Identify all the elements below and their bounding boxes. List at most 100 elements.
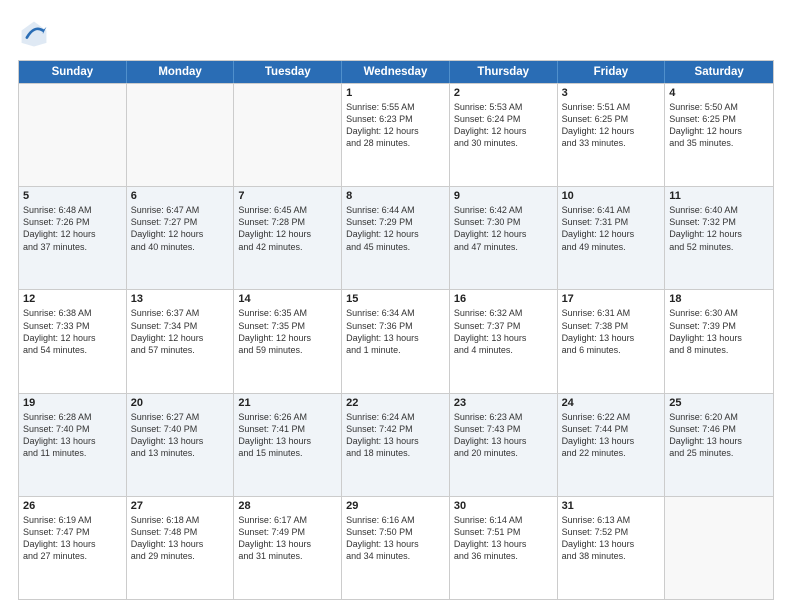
cell-info-line: Daylight: 13 hours: [238, 435, 337, 447]
calendar-cell: 6Sunrise: 6:47 AMSunset: 7:27 PMDaylight…: [127, 187, 235, 289]
day-number: 10: [562, 190, 661, 202]
cell-info-line: and 31 minutes.: [238, 550, 337, 562]
cell-info-line: Sunset: 7:34 PM: [131, 320, 230, 332]
cell-info-line: and 47 minutes.: [454, 241, 553, 253]
calendar-cell: 24Sunrise: 6:22 AMSunset: 7:44 PMDayligh…: [558, 394, 666, 496]
day-number: 20: [131, 397, 230, 409]
cell-info-line: Sunset: 7:38 PM: [562, 320, 661, 332]
day-number: 13: [131, 293, 230, 305]
day-of-week-saturday: Saturday: [665, 61, 773, 83]
cell-info-line: and 54 minutes.: [23, 344, 122, 356]
cell-info-line: Sunrise: 6:22 AM: [562, 411, 661, 423]
cell-info-line: Daylight: 12 hours: [669, 228, 769, 240]
cell-info-line: Daylight: 12 hours: [346, 228, 445, 240]
calendar-body: 1Sunrise: 5:55 AMSunset: 6:23 PMDaylight…: [19, 83, 773, 599]
day-of-week-friday: Friday: [558, 61, 666, 83]
cell-info-line: Daylight: 12 hours: [562, 228, 661, 240]
cell-info-line: and 11 minutes.: [23, 447, 122, 459]
cell-info-line: Sunrise: 5:51 AM: [562, 101, 661, 113]
calendar-row: 12Sunrise: 6:38 AMSunset: 7:33 PMDayligh…: [19, 289, 773, 392]
cell-info-line: Sunset: 7:48 PM: [131, 526, 230, 538]
cell-info-line: and 29 minutes.: [131, 550, 230, 562]
calendar-cell: 11Sunrise: 6:40 AMSunset: 7:32 PMDayligh…: [665, 187, 773, 289]
day-of-week-tuesday: Tuesday: [234, 61, 342, 83]
cell-info-line: and 49 minutes.: [562, 241, 661, 253]
day-number: 9: [454, 190, 553, 202]
cell-info-line: Daylight: 13 hours: [669, 332, 769, 344]
calendar-cell: 21Sunrise: 6:26 AMSunset: 7:41 PMDayligh…: [234, 394, 342, 496]
cell-info-line: Daylight: 12 hours: [238, 332, 337, 344]
cell-info-line: and 25 minutes.: [669, 447, 769, 459]
calendar-cell: 16Sunrise: 6:32 AMSunset: 7:37 PMDayligh…: [450, 290, 558, 392]
cell-info-line: Sunrise: 6:31 AM: [562, 307, 661, 319]
day-number: 14: [238, 293, 337, 305]
cell-info-line: Sunrise: 6:14 AM: [454, 514, 553, 526]
cell-info-line: Sunset: 7:28 PM: [238, 216, 337, 228]
calendar-cell: 17Sunrise: 6:31 AMSunset: 7:38 PMDayligh…: [558, 290, 666, 392]
cell-info-line: and 27 minutes.: [23, 550, 122, 562]
cell-info-line: Sunset: 7:35 PM: [238, 320, 337, 332]
cell-info-line: Sunset: 6:23 PM: [346, 113, 445, 125]
day-number: 22: [346, 397, 445, 409]
calendar-cell: 9Sunrise: 6:42 AMSunset: 7:30 PMDaylight…: [450, 187, 558, 289]
day-number: 24: [562, 397, 661, 409]
calendar-cell: 2Sunrise: 5:53 AMSunset: 6:24 PMDaylight…: [450, 84, 558, 186]
cell-info-line: Daylight: 13 hours: [346, 538, 445, 550]
cell-info-line: and 38 minutes.: [562, 550, 661, 562]
day-number: 5: [23, 190, 122, 202]
calendar-cell: 20Sunrise: 6:27 AMSunset: 7:40 PMDayligh…: [127, 394, 235, 496]
calendar: SundayMondayTuesdayWednesdayThursdayFrid…: [18, 60, 774, 600]
calendar-cell: 13Sunrise: 6:37 AMSunset: 7:34 PMDayligh…: [127, 290, 235, 392]
cell-info-line: Sunrise: 6:37 AM: [131, 307, 230, 319]
cell-info-line: Sunset: 7:52 PM: [562, 526, 661, 538]
cell-info-line: Sunrise: 6:45 AM: [238, 204, 337, 216]
day-number: 4: [669, 87, 769, 99]
calendar-row: 5Sunrise: 6:48 AMSunset: 7:26 PMDaylight…: [19, 186, 773, 289]
day-number: 11: [669, 190, 769, 202]
cell-info-line: and 35 minutes.: [669, 137, 769, 149]
cell-info-line: Sunrise: 6:34 AM: [346, 307, 445, 319]
cell-info-line: Sunset: 7:27 PM: [131, 216, 230, 228]
page: SundayMondayTuesdayWednesdayThursdayFrid…: [0, 0, 792, 612]
cell-info-line: Daylight: 13 hours: [23, 538, 122, 550]
day-number: 23: [454, 397, 553, 409]
calendar-cell: 7Sunrise: 6:45 AMSunset: 7:28 PMDaylight…: [234, 187, 342, 289]
day-number: 3: [562, 87, 661, 99]
calendar-cell: 15Sunrise: 6:34 AMSunset: 7:36 PMDayligh…: [342, 290, 450, 392]
cell-info-line: and 59 minutes.: [238, 344, 337, 356]
day-number: 15: [346, 293, 445, 305]
cell-info-line: Sunset: 7:47 PM: [23, 526, 122, 538]
cell-info-line: and 15 minutes.: [238, 447, 337, 459]
cell-info-line: Daylight: 13 hours: [131, 435, 230, 447]
calendar-cell: 31Sunrise: 6:13 AMSunset: 7:52 PMDayligh…: [558, 497, 666, 599]
cell-info-line: Sunset: 7:32 PM: [669, 216, 769, 228]
calendar-cell: 22Sunrise: 6:24 AMSunset: 7:42 PMDayligh…: [342, 394, 450, 496]
cell-info-line: Sunset: 7:43 PM: [454, 423, 553, 435]
cell-info-line: and 40 minutes.: [131, 241, 230, 253]
cell-info-line: and 1 minute.: [346, 344, 445, 356]
cell-info-line: Daylight: 13 hours: [454, 332, 553, 344]
cell-info-line: Sunrise: 5:50 AM: [669, 101, 769, 113]
cell-info-line: Sunset: 6:25 PM: [669, 113, 769, 125]
cell-info-line: Daylight: 12 hours: [238, 228, 337, 240]
cell-info-line: and 4 minutes.: [454, 344, 553, 356]
day-number: 12: [23, 293, 122, 305]
calendar-cell: 8Sunrise: 6:44 AMSunset: 7:29 PMDaylight…: [342, 187, 450, 289]
cell-info-line: and 28 minutes.: [346, 137, 445, 149]
cell-info-line: Sunset: 7:40 PM: [23, 423, 122, 435]
calendar-cell: 19Sunrise: 6:28 AMSunset: 7:40 PMDayligh…: [19, 394, 127, 496]
cell-info-line: and 34 minutes.: [346, 550, 445, 562]
cell-info-line: Daylight: 13 hours: [23, 435, 122, 447]
cell-info-line: Sunrise: 6:23 AM: [454, 411, 553, 423]
calendar-row: 26Sunrise: 6:19 AMSunset: 7:47 PMDayligh…: [19, 496, 773, 599]
cell-info-line: Sunset: 7:51 PM: [454, 526, 553, 538]
cell-info-line: and 20 minutes.: [454, 447, 553, 459]
calendar-row: 19Sunrise: 6:28 AMSunset: 7:40 PMDayligh…: [19, 393, 773, 496]
cell-info-line: Sunrise: 6:41 AM: [562, 204, 661, 216]
cell-info-line: Daylight: 12 hours: [346, 125, 445, 137]
cell-info-line: Daylight: 13 hours: [562, 332, 661, 344]
cell-info-line: Daylight: 12 hours: [454, 125, 553, 137]
cell-info-line: Sunset: 7:42 PM: [346, 423, 445, 435]
cell-info-line: Sunset: 7:31 PM: [562, 216, 661, 228]
cell-info-line: Daylight: 12 hours: [454, 228, 553, 240]
